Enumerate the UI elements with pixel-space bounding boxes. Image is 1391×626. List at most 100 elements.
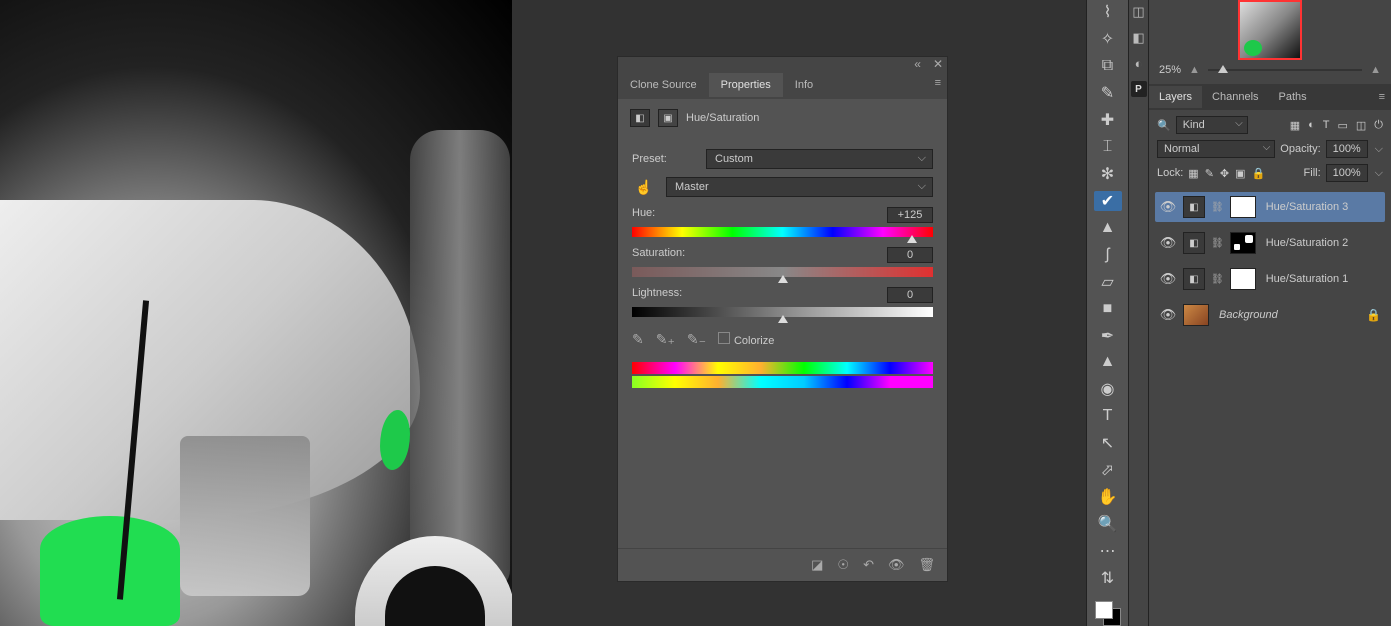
hand-tool-icon[interactable]: ✋: [1094, 487, 1122, 507]
eyedropper-subtract-icon[interactable]: ✎₋: [687, 331, 706, 348]
panel-menu-icon[interactable]: ≡: [935, 77, 941, 89]
opacity-value[interactable]: 100%: [1326, 140, 1368, 158]
link-icon[interactable]: ⛓: [1211, 238, 1224, 249]
targeted-adjustment-icon[interactable]: ☝: [632, 179, 656, 196]
saturation-slider[interactable]: [632, 267, 933, 277]
crop-tool-icon[interactable]: ⧉: [1094, 56, 1122, 76]
fill-dropdown-icon[interactable]: ⌵: [1375, 167, 1383, 180]
zoom-in-icon[interactable]: ▲: [1370, 64, 1381, 76]
link-icon[interactable]: ⛓: [1211, 202, 1224, 213]
tab-clone-source[interactable]: Clone Source: [618, 73, 709, 97]
layer-row[interactable]: 👁◧⛓Hue/Saturation 2: [1155, 228, 1385, 258]
visibility-toggle-icon[interactable]: 👁: [1159, 235, 1177, 251]
filter-toggle-icon[interactable]: ⏻: [1374, 119, 1383, 132]
filter-type-icon[interactable]: T: [1323, 119, 1330, 132]
blend-mode-select[interactable]: Normal: [1157, 140, 1275, 158]
layer-name[interactable]: Hue/Saturation 3: [1262, 201, 1381, 213]
zoom-slider[interactable]: [1208, 69, 1362, 71]
edit-toolbar-icon[interactable]: ⇅: [1094, 568, 1122, 588]
filter-shape-icon[interactable]: ▭: [1337, 119, 1347, 132]
preset-select[interactable]: Custom: [706, 149, 933, 169]
opacity-dropdown-icon[interactable]: ⌵: [1375, 143, 1383, 156]
collapse-icon[interactable]: «: [914, 57, 921, 71]
layer-row[interactable]: 👁◧⛓Hue/Saturation 1: [1155, 264, 1385, 294]
stamp-tool-icon[interactable]: ▲: [1094, 218, 1122, 238]
type-tool-icon[interactable]: T: [1094, 406, 1122, 426]
navigator-thumbnail[interactable]: [1238, 0, 1302, 60]
search-icon[interactable]: 🔍: [1157, 119, 1171, 132]
mask-icon[interactable]: ▣: [658, 109, 678, 127]
tab-info[interactable]: Info: [783, 73, 825, 97]
layer-thumb[interactable]: [1183, 304, 1209, 326]
history-brush-tool-icon[interactable]: ✻: [1094, 164, 1122, 184]
filter-kind-select[interactable]: Kind: [1176, 116, 1248, 134]
color-range-strip-bottom[interactable]: [632, 376, 933, 388]
document-canvas[interactable]: [0, 0, 512, 626]
color-swatches[interactable]: [1095, 601, 1121, 626]
collapsed-panel-icon[interactable]: ◐: [1135, 56, 1143, 71]
direct-select-tool-icon[interactable]: ⬀: [1094, 460, 1122, 480]
colorize-checkbox[interactable]: Colorize: [718, 332, 774, 347]
tab-paths[interactable]: Paths: [1269, 86, 1317, 108]
zoom-out-icon[interactable]: ▲: [1189, 64, 1200, 76]
lock-position-icon[interactable]: ✥: [1220, 167, 1229, 180]
zoom-tool-icon[interactable]: 🔍: [1094, 514, 1122, 534]
magic-wand-tool-icon[interactable]: ✧: [1094, 29, 1122, 49]
layers-menu-icon[interactable]: ≡: [1379, 91, 1385, 103]
filter-pixel-icon[interactable]: ▦: [1290, 119, 1300, 132]
toggle-visibility-icon[interactable]: 👁: [888, 557, 905, 573]
more-tools-icon[interactable]: ⋯: [1094, 541, 1122, 561]
channel-select[interactable]: Master: [666, 177, 933, 197]
lock-pixels-icon[interactable]: ✎: [1205, 167, 1214, 180]
visibility-toggle-icon[interactable]: 👁: [1159, 199, 1177, 215]
lock-all-icon[interactable]: 🔒: [1252, 167, 1266, 180]
color-range-strip-top[interactable]: [632, 362, 933, 374]
blur-tool-icon[interactable]: ʃ: [1094, 245, 1122, 265]
layer-mask-thumb[interactable]: [1230, 268, 1256, 290]
visibility-toggle-icon[interactable]: 👁: [1159, 271, 1177, 287]
zoom-value[interactable]: 25%: [1159, 64, 1181, 76]
layer-name[interactable]: Hue/Saturation 1: [1262, 273, 1381, 285]
saturation-value[interactable]: 0: [887, 247, 933, 263]
lock-transparent-icon[interactable]: ▦: [1188, 167, 1198, 180]
layer-row[interactable]: 👁Background🔒: [1155, 300, 1385, 330]
filter-smart-icon[interactable]: ◫: [1356, 119, 1366, 132]
lasso-tool-icon[interactable]: ⌇: [1094, 2, 1122, 22]
collapsed-panel-icon[interactable]: ◫: [1132, 4, 1144, 20]
gradient-tool-icon[interactable]: ■: [1094, 299, 1122, 319]
path-select-tool-icon[interactable]: ↖: [1094, 433, 1122, 453]
tab-layers[interactable]: Layers: [1149, 86, 1202, 108]
pen-tool-icon[interactable]: ✒: [1094, 326, 1122, 346]
healing-brush-tool-icon[interactable]: ✚: [1094, 110, 1122, 130]
visibility-toggle-icon[interactable]: 👁: [1159, 307, 1177, 323]
view-previous-icon[interactable]: ☉: [837, 557, 849, 573]
link-icon[interactable]: ⛓: [1211, 274, 1224, 285]
reset-icon[interactable]: ↶: [863, 557, 874, 573]
layer-name[interactable]: Hue/Saturation 2: [1262, 237, 1381, 249]
delete-icon[interactable]: 🗑: [918, 557, 935, 573]
layer-row[interactable]: 👁◧⛓Hue/Saturation 3: [1155, 192, 1385, 222]
close-icon[interactable]: ✕: [933, 57, 943, 71]
tab-channels[interactable]: Channels: [1202, 86, 1268, 108]
layer-name[interactable]: Background: [1215, 309, 1360, 321]
ps-icon[interactable]: P: [1131, 81, 1147, 97]
fill-value[interactable]: 100%: [1326, 164, 1368, 182]
eyedropper-icon[interactable]: ✎: [632, 331, 644, 348]
hue-slider[interactable]: [632, 227, 933, 237]
tab-properties[interactable]: Properties: [709, 73, 783, 97]
eyedropper-add-icon[interactable]: ✎₊: [656, 331, 675, 348]
filter-adjustment-icon[interactable]: ◐: [1308, 119, 1315, 132]
lightness-value[interactable]: 0: [887, 287, 933, 303]
hue-value[interactable]: +125: [887, 207, 933, 223]
collapsed-panel-icon[interactable]: ◧: [1132, 30, 1144, 46]
layer-mask-thumb[interactable]: [1230, 196, 1256, 218]
lock-artboard-icon[interactable]: ▣: [1235, 167, 1245, 180]
eyedropper-tool-icon[interactable]: ✎: [1094, 83, 1122, 103]
clip-to-layer-icon[interactable]: ◪: [811, 557, 823, 573]
dodge-tool-icon[interactable]: ◉: [1094, 379, 1122, 399]
clone-stamp-tool-icon[interactable]: ⌶: [1094, 137, 1122, 157]
brush-tool-icon[interactable]: ✔: [1094, 191, 1122, 211]
lightness-slider[interactable]: [632, 307, 933, 317]
eraser-tool-icon[interactable]: ▱: [1094, 272, 1122, 292]
layer-mask-thumb[interactable]: [1230, 232, 1256, 254]
